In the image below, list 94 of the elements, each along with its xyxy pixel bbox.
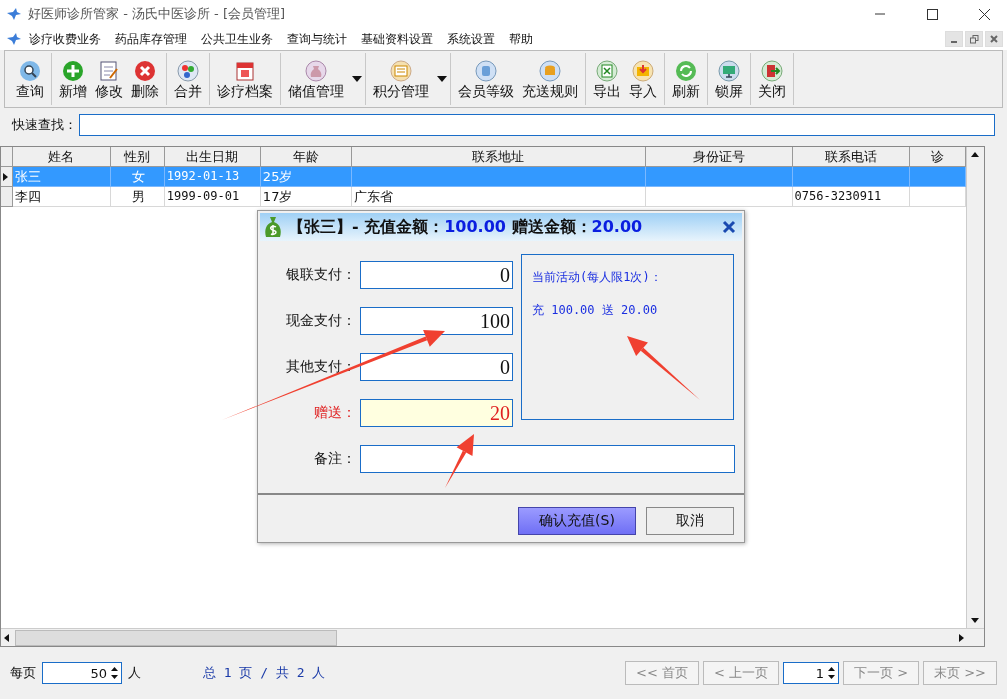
toolbar-button[interactable]: 关闭 xyxy=(754,55,790,103)
toolbar-button[interactable]: 查询 xyxy=(12,55,48,103)
folder-icon xyxy=(631,59,655,83)
menu-item[interactable]: 系统设置 xyxy=(440,30,502,48)
search-field[interactable] xyxy=(79,114,995,136)
maximize-icon xyxy=(926,8,938,20)
menu-item[interactable]: 公共卫生业务 xyxy=(194,30,280,48)
table-row[interactable]: 李四 男 1999-09-01 17岁 广东省 0756-3230911 xyxy=(1,187,966,207)
spinner-arrows-icon[interactable] xyxy=(827,665,837,681)
unit-label: 人 xyxy=(128,664,141,682)
column-header[interactable]: 出生日期 xyxy=(164,147,261,167)
table-cell xyxy=(910,167,966,187)
monitor-icon xyxy=(717,59,741,83)
field-label: 赠送： xyxy=(313,404,356,422)
per-page-label: 每页 xyxy=(10,664,36,682)
menu-item[interactable]: 诊疗收费业务 xyxy=(22,30,108,48)
toolbar-button[interactable]: 新增 xyxy=(55,55,91,103)
column-header[interactable]: 年龄 xyxy=(260,147,352,167)
refresh-icon xyxy=(674,59,698,83)
toolbar-button[interactable]: 诊疗档案 xyxy=(213,55,277,103)
spreadsheet-icon xyxy=(595,59,619,83)
column-header[interactable]: 身份证号 xyxy=(645,147,793,167)
amount-field[interactable]: 0 xyxy=(360,261,513,289)
toolbar-button[interactable]: 会员等级 xyxy=(454,55,518,103)
menu-logo-icon xyxy=(6,32,22,46)
toolbar-button[interactable]: 锁屏 xyxy=(711,55,747,103)
dots-icon xyxy=(176,59,200,83)
toolbar-button[interactable]: 导出 xyxy=(589,55,625,103)
table-cell: 女 xyxy=(110,167,165,187)
minimize-button[interactable] xyxy=(945,31,963,47)
menu-item[interactable]: 基础资料设置 xyxy=(354,30,440,48)
dialog-title: 【张三】- 充值金额：100.00 赠送金额：20.00 xyxy=(288,216,644,238)
field-label: 其他支付： xyxy=(285,358,356,376)
spinner-arrows-icon[interactable] xyxy=(110,665,119,681)
confirm-button[interactable]: 确认充值(S) xyxy=(518,507,636,535)
scrollbar-thumb[interactable] xyxy=(15,629,337,646)
calendar-icon xyxy=(233,59,257,83)
toolbar-button[interactable]: 删除 xyxy=(127,55,163,103)
plus-icon xyxy=(61,59,85,83)
column-header[interactable]: 诊 xyxy=(910,147,966,167)
column-header[interactable]: 联系地址 xyxy=(351,147,646,167)
exit-icon xyxy=(760,59,784,83)
toolbar-button[interactable]: 刷新 xyxy=(668,55,704,103)
table-cell: 25岁 xyxy=(260,167,352,187)
table-cell: 李四 xyxy=(13,187,111,207)
close-icon xyxy=(990,35,998,43)
toolbar-button[interactable]: 导入 xyxy=(625,55,661,103)
caret-icon[interactable] xyxy=(437,76,447,82)
toolbar-button[interactable]: 修改 xyxy=(91,55,127,103)
money-bag-icon xyxy=(262,215,284,239)
toolbar-button[interactable]: 充送规则 xyxy=(518,55,582,103)
toolbar-button[interactable]: 合并 xyxy=(170,55,206,103)
page-spinner[interactable]: 1 xyxy=(783,662,840,684)
page-summary: 总 1 页 / 共 2 人 xyxy=(203,664,326,682)
amount-field[interactable]: 100 xyxy=(360,307,513,335)
menu-item[interactable]: 药品库存管理 xyxy=(108,30,194,48)
restore-button[interactable] xyxy=(965,31,983,47)
table-cell: 1992-01-13 xyxy=(164,167,261,187)
amount-field[interactable]: 0 xyxy=(360,353,513,381)
table-cell: 1999-09-01 xyxy=(164,187,261,207)
table-cell: 张三 xyxy=(13,167,111,187)
row-header[interactable] xyxy=(1,167,13,187)
window-title: 好医师诊所管家 - 汤氏中医诊所 - [会员管理] xyxy=(28,5,287,23)
field-label: 银联支付： xyxy=(285,266,356,284)
close-button[interactable] xyxy=(985,31,1003,47)
app-logo-icon xyxy=(6,7,22,21)
restore-icon xyxy=(969,34,979,44)
search-icon xyxy=(18,59,42,83)
toolbar-button[interactable]: 储值管理 xyxy=(284,55,348,103)
menu-item[interactable]: 查询与统计 xyxy=(280,30,354,48)
row-pointer-icon xyxy=(1,171,9,182)
search-label: 快速查找： xyxy=(12,116,77,134)
table-cell: 0756-3230911 xyxy=(792,187,911,207)
cancel-button[interactable]: 取消 xyxy=(646,507,734,535)
column-header[interactable]: 性别 xyxy=(110,147,165,167)
toolbar-button[interactable]: 积分管理 xyxy=(369,55,433,103)
delete-icon xyxy=(133,59,157,83)
caret-icon[interactable] xyxy=(352,76,362,82)
table-cell: 17岁 xyxy=(260,187,352,207)
column-header[interactable]: 姓名 xyxy=(13,147,111,167)
close-icon xyxy=(978,8,990,20)
note-field[interactable] xyxy=(360,445,735,473)
field-label: 现金支付： xyxy=(285,312,356,330)
table-cell: 广东省 xyxy=(351,187,646,207)
money-bag-icon xyxy=(304,59,328,83)
activity-rule: 充 100.00 送 20.00 xyxy=(532,302,659,319)
notepad-icon xyxy=(97,59,121,83)
per-page-spinner[interactable]: 50 xyxy=(42,662,122,684)
activity-title: 当前活动(每人限1次)： xyxy=(532,269,663,286)
amount-field[interactable]: 20 xyxy=(360,399,513,427)
column-header[interactable]: 联系电话 xyxy=(792,147,911,167)
field-label: 备注： xyxy=(313,450,356,468)
table-cell: 男 xyxy=(110,187,165,207)
menu-item[interactable]: 帮助 xyxy=(502,30,540,48)
